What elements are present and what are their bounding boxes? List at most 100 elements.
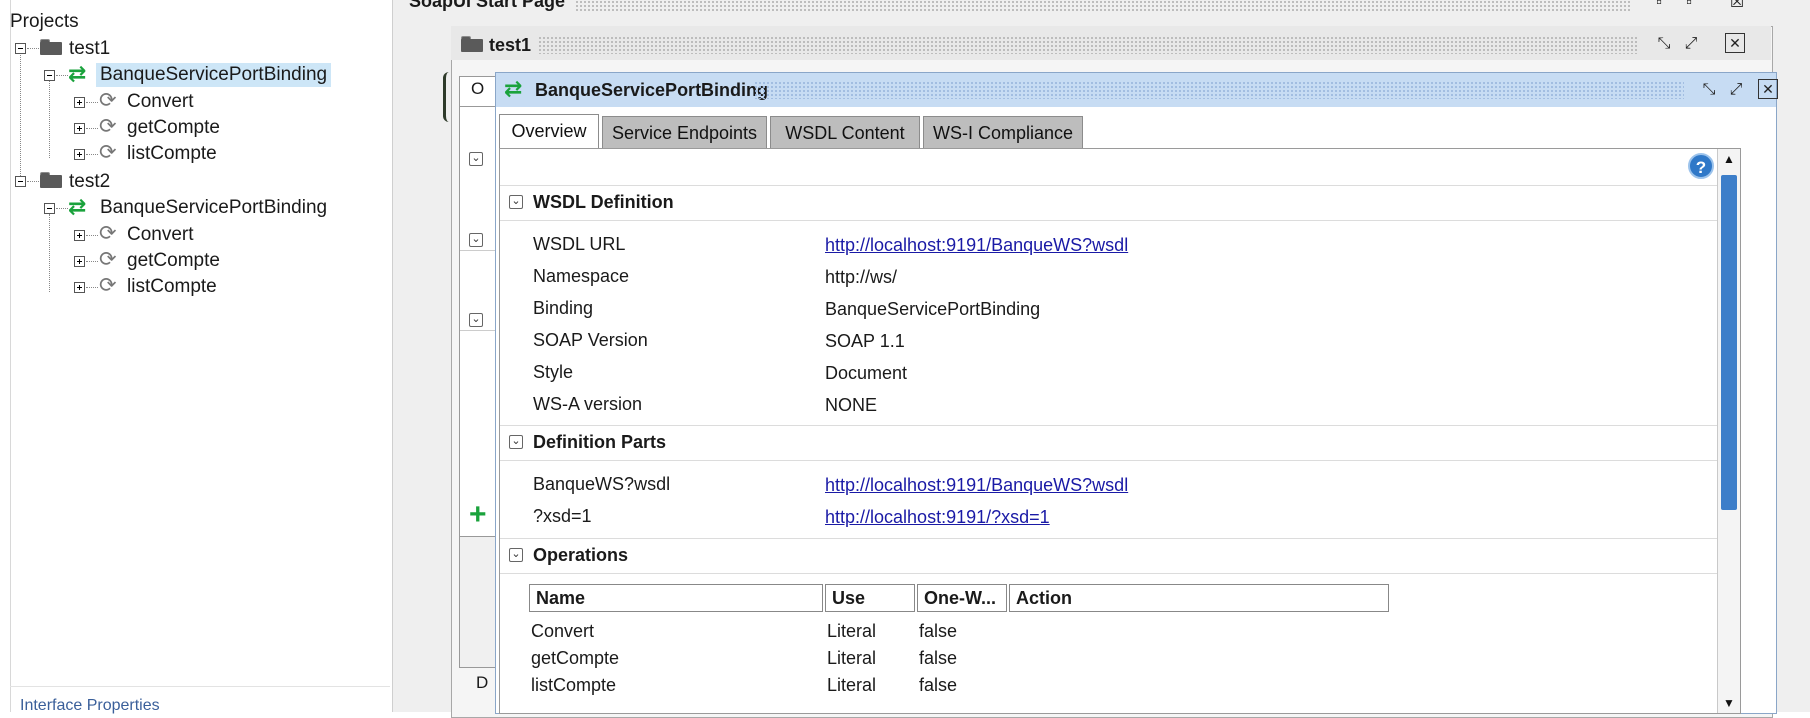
scroll-up-icon[interactable]: ▲ [1718, 149, 1740, 169]
partial-bottom-label: D [476, 673, 489, 692]
tab-overview[interactable]: Overview [499, 114, 599, 148]
interface-properties-label[interactable]: Interface Properties [20, 697, 160, 715]
close-icon[interactable]: ☒ [1726, 0, 1748, 14]
divider [460, 330, 500, 331]
minimize-icon[interactable]: ▫ [1648, 0, 1670, 14]
tab-service-endpoints[interactable]: Service Endpoints [602, 116, 767, 148]
scrollbar-thumb[interactable] [1721, 175, 1737, 510]
expander-op[interactable] [74, 149, 85, 160]
tree-connector [27, 181, 39, 182]
table-cell-name[interactable]: getCompte [531, 648, 619, 669]
table-cell-one-way: false [919, 621, 958, 641]
table-cell-name[interactable]: listCompte [531, 675, 616, 696]
tab-ws-i-compliance[interactable]: WS-I Compliance [923, 116, 1083, 148]
close-icon[interactable]: ✕ [1758, 79, 1778, 99]
table-cell-use: Literal [827, 648, 877, 668]
tree-operation-getcompte[interactable]: getCompte [127, 116, 220, 140]
column-header-action[interactable]: Action [1009, 584, 1389, 612]
maximize-icon[interactable]: ⤢ [1680, 33, 1702, 55]
tab-wsdl-content[interactable]: WSDL Content [770, 116, 920, 148]
column-header-one-way[interactable]: One-W... [917, 584, 1007, 612]
help-icon[interactable]: ? [1688, 153, 1714, 179]
chevron-down-icon[interactable]: ⌄ [509, 548, 523, 562]
folder-icon [40, 39, 62, 55]
tree-project-test1[interactable]: test1 [69, 37, 110, 61]
tree-operation-convert[interactable]: Convert [127, 90, 194, 114]
tree-connector [86, 235, 98, 236]
column-header-name[interactable]: Name [529, 584, 823, 612]
interface-frame-titlebar: ⇄ BanqueServicePortBinding ⤡ ⤢ ✕ [496, 73, 1778, 107]
wsdl-url-link[interactable]: http://localhost:9191/BanqueWS?wsdl [825, 235, 1128, 256]
tree-connector [86, 154, 98, 155]
tree-operation-listcompte[interactable]: listCompte [127, 275, 217, 299]
interface-frame-title[interactable]: BanqueServicePortBinding [535, 75, 768, 105]
table-cell-one-way: false [919, 648, 958, 668]
expander-test1[interactable] [15, 43, 26, 54]
overview-content: ? ⌄ WSDL Definition WSDL URL http://loca… [499, 148, 1741, 714]
chevron-down-icon[interactable]: ⌄ [469, 233, 483, 247]
scroll-down-icon[interactable]: ▼ [1718, 693, 1740, 713]
table-cell-use: Literal [827, 621, 877, 641]
table-cell-name[interactable]: Convert [531, 621, 594, 642]
vertical-scrollbar[interactable]: ▲ ▼ [1717, 149, 1740, 713]
refresh-icon: ⟳ [99, 141, 117, 164]
chevron-down-icon[interactable]: ⌄ [469, 313, 483, 327]
expander-test2[interactable] [15, 176, 26, 187]
swap-arrows-icon: ⇄ [504, 76, 523, 101]
prop-value: Document [825, 363, 908, 383]
tree-connector [56, 208, 68, 209]
tree-connector [86, 261, 98, 262]
column-header-use[interactable]: Use [825, 584, 915, 612]
refresh-icon: ⟳ [99, 274, 117, 297]
expander-op[interactable] [74, 97, 85, 108]
swap-arrows-icon: ⇄ [68, 194, 87, 219]
prop-value: SOAP 1.1 [825, 331, 905, 351]
refresh-icon: ⟳ [99, 115, 117, 138]
expander-op[interactable] [74, 230, 85, 241]
tree-project-test2[interactable]: test2 [69, 170, 110, 194]
expander-op[interactable] [74, 282, 85, 293]
tree-operation-convert[interactable]: Convert [127, 223, 194, 247]
expander-op[interactable] [74, 123, 85, 134]
folder-icon [461, 36, 483, 52]
title-fill [754, 81, 1684, 99]
refresh-icon: ⟳ [99, 222, 117, 245]
tree-interface-test1[interactable]: BanqueServicePortBinding [96, 63, 332, 87]
minimize-icon[interactable]: ⤡ [1698, 79, 1720, 101]
tree-connector [56, 75, 68, 76]
partial-tab-label: O [471, 79, 485, 98]
project-frame-title[interactable]: test1 [489, 30, 531, 60]
start-page-title[interactable]: SoapUI Start Page [409, 0, 565, 16]
prop-label: WS-A version [533, 394, 643, 414]
maximize-icon[interactable]: ⤢ [1725, 79, 1747, 101]
chevron-down-icon[interactable]: ⌄ [469, 152, 483, 166]
tree-operation-listcompte[interactable]: listCompte [127, 142, 217, 166]
tree-operation-getcompte[interactable]: getCompte [127, 249, 220, 273]
prop-value: BanqueServicePortBinding [825, 299, 1041, 319]
section-header-operations: Operations [533, 545, 629, 565]
title-fill [538, 36, 1638, 54]
refresh-icon: ⟳ [99, 248, 117, 271]
chevron-down-icon[interactable]: ⌄ [509, 195, 523, 209]
definition-part-link[interactable]: http://localhost:9191/BanqueWS?wsdl [825, 475, 1128, 496]
expander-interface-test2[interactable] [44, 203, 55, 214]
decorative-shape [443, 72, 458, 122]
add-icon[interactable]: + [469, 500, 487, 530]
minimize-icon[interactable]: ⤡ [1653, 33, 1675, 55]
maximize-icon[interactable]: ▫ [1678, 0, 1700, 14]
tree-connector [86, 128, 98, 129]
navigator-panel: Projects test1 ⇄ BanqueServicePortBindin… [0, 0, 393, 715]
tree-interface-test2[interactable]: BanqueServicePortBinding [100, 196, 327, 220]
chevron-down-icon[interactable]: ⌄ [509, 435, 523, 449]
folder-icon [40, 172, 62, 188]
prop-label: Style [533, 362, 574, 382]
table-cell-one-way: false [919, 675, 958, 695]
definition-part-label: BanqueWS?wsdl [533, 474, 671, 494]
expander-op[interactable] [74, 256, 85, 267]
expander-interface-test1[interactable] [44, 70, 55, 81]
close-icon[interactable]: ✕ [1725, 33, 1745, 53]
divider [460, 250, 500, 251]
divider [500, 573, 1718, 574]
definition-part-link[interactable]: http://localhost:9191/?xsd=1 [825, 507, 1050, 528]
tree-root-label[interactable]: Projects [10, 10, 79, 34]
